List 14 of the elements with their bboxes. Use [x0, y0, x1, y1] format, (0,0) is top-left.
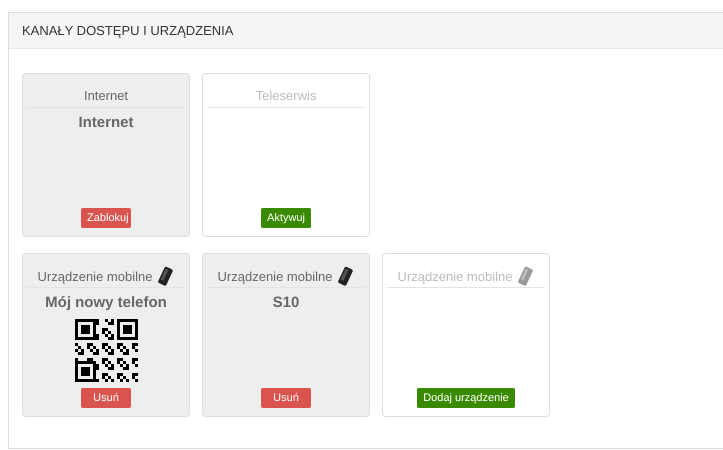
device-name: Internet [78, 112, 134, 132]
action-button[interactable]: Usuń [261, 388, 311, 408]
card-title: Urządzenie mobilne [398, 268, 512, 286]
card-title: Internet [84, 87, 128, 105]
card-title: Urządzenie mobilne [38, 268, 152, 286]
action-button[interactable]: Dodaj urządzenie [417, 388, 515, 408]
action-button[interactable]: Usuń [81, 388, 131, 408]
device-name: S10 [272, 293, 300, 313]
panel-title: KANAŁY DOSTĘPU I URZĄDZENIA [22, 22, 234, 40]
action-button[interactable]: Aktywuj [261, 208, 311, 228]
device-name: Mój nowy telefon [45, 293, 167, 313]
card-title: Teleserwis [256, 87, 316, 105]
card-title: Urządzenie mobilne [218, 268, 332, 286]
action-button[interactable]: Zablokuj [81, 208, 131, 228]
